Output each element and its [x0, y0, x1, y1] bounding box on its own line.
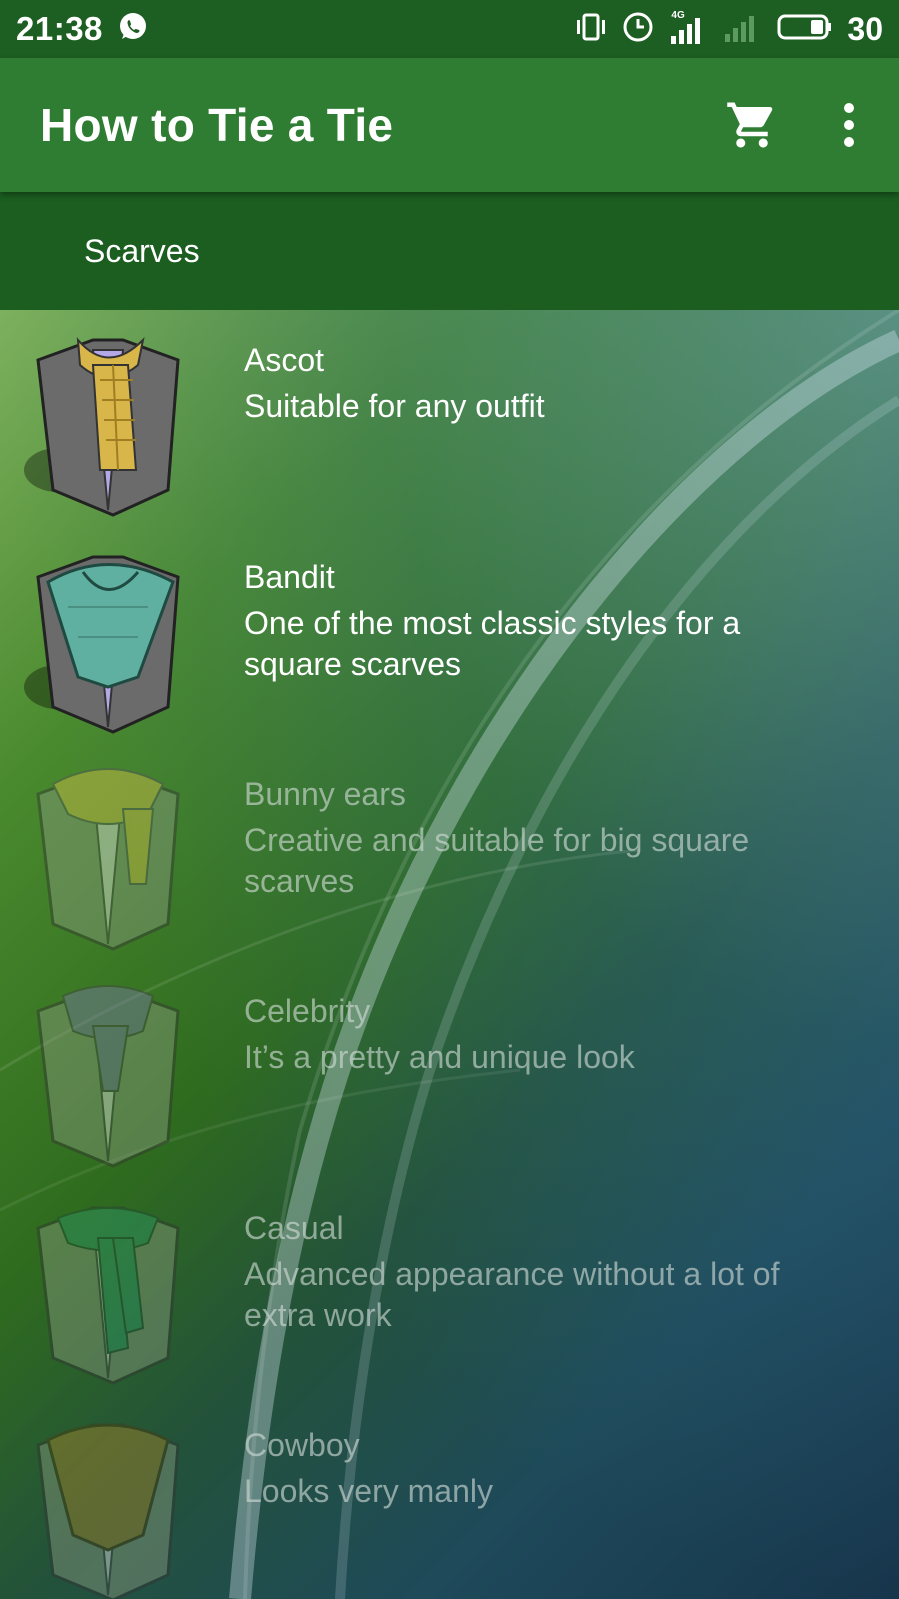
battery-icon — [777, 12, 833, 47]
list-item-bandit[interactable]: Bandit One of the most classic styles fo… — [0, 527, 899, 744]
app-title: How to Tie a Tie — [40, 99, 394, 151]
item-description: Advanced appearance without a lot of ext… — [244, 1256, 780, 1333]
cowboy-illustration — [36, 1423, 180, 1599]
bandit-illustration — [24, 555, 180, 734]
list-item-cowboy[interactable]: Cowboy Looks very manly — [0, 1395, 899, 1599]
more-vert-icon[interactable] — [839, 102, 859, 148]
item-name: Celebrity — [244, 993, 371, 1029]
alarm-icon — [621, 10, 655, 49]
app-bar: How to Tie a Tie — [0, 58, 899, 192]
tab-bar: Scarves — [0, 192, 899, 310]
item-name: Ascot — [244, 342, 325, 378]
status-time: 21:38 — [16, 10, 103, 47]
cart-icon[interactable] — [725, 98, 779, 152]
list-item-ascot[interactable]: Ascot Suitable for any outfit — [0, 310, 899, 527]
vibrate-icon — [575, 12, 607, 47]
celebrity-illustration — [36, 985, 180, 1168]
item-name: Cowboy — [244, 1427, 360, 1463]
status-bar: 21:38 4G 30 — [0, 0, 899, 58]
list-item-celebrity[interactable]: Celebrity It’s a pretty and unique look — [0, 961, 899, 1178]
item-description: Looks very manly — [244, 1473, 493, 1509]
item-description: It’s a pretty and unique look — [244, 1039, 635, 1075]
item-name: Bandit — [244, 559, 335, 595]
item-name: Casual — [244, 1210, 344, 1246]
signal-4g-icon: 4G — [669, 10, 709, 46]
ascot-illustration — [24, 336, 180, 517]
item-name: Bunny ears — [244, 776, 406, 812]
whatsapp-icon — [117, 11, 149, 48]
item-description: Suitable for any outfit — [244, 388, 545, 424]
content-area[interactable]: Ascot Suitable for any outfit Bandit One… — [0, 310, 899, 1599]
item-description: Creative and suitable for big square sca… — [244, 822, 750, 899]
list-item-casual[interactable]: Casual Advanced appearance without a lot… — [0, 1178, 899, 1395]
item-description: One of the most classic styles for a squ… — [244, 605, 741, 682]
scarf-list: Ascot Suitable for any outfit Bandit One… — [0, 310, 899, 1599]
casual-illustration — [36, 1206, 180, 1385]
tab-scarves[interactable]: Scarves — [84, 192, 200, 310]
signal-weak-icon — [723, 10, 763, 49]
bunny-ears-illustration — [36, 768, 180, 951]
battery-level: 30 — [847, 10, 883, 47]
list-item-bunny-ears[interactable]: Bunny ears Creative and suitable for big… — [0, 744, 899, 961]
